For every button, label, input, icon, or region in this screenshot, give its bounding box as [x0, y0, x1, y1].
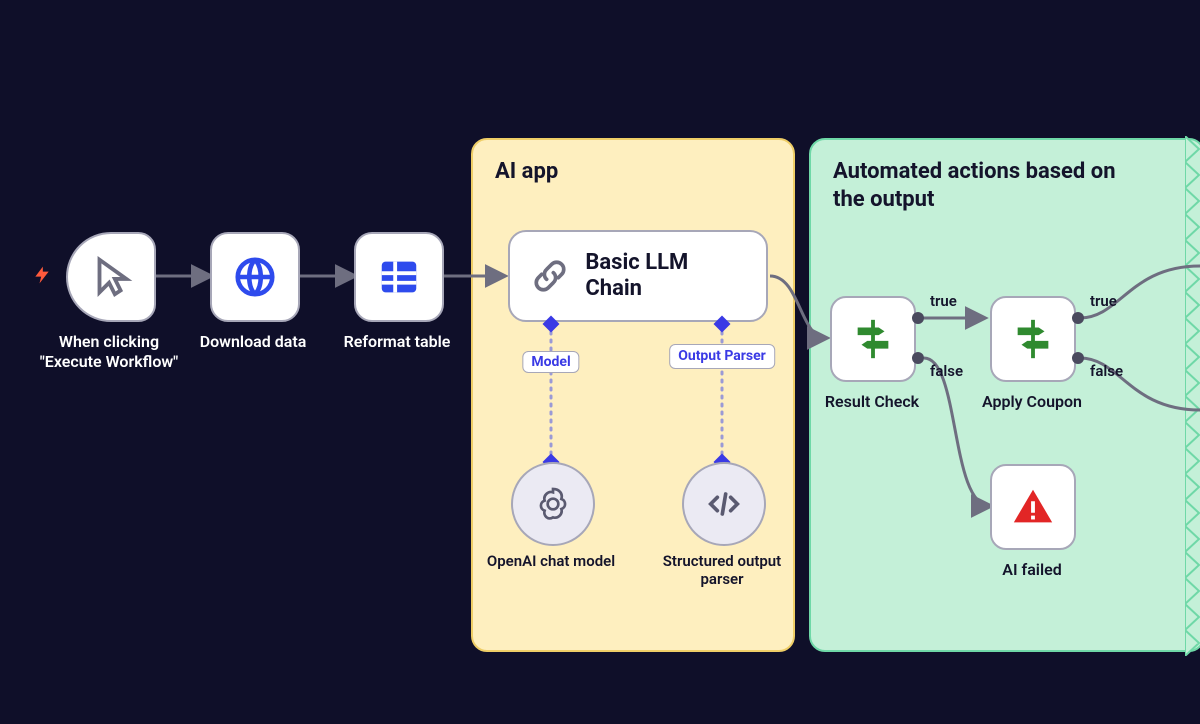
result-check-false-label: false	[930, 362, 963, 380]
node-openai-chat-model[interactable]	[511, 462, 595, 546]
apply-coupon-port-true	[1072, 312, 1084, 324]
node-structured-label: Structured output parser	[647, 552, 797, 588]
node-apply-coupon[interactable]	[990, 296, 1076, 382]
trigger-bolt-icon	[32, 262, 52, 292]
result-check-true-label: true	[930, 292, 957, 310]
node-result-check-label: Result Check	[825, 392, 919, 412]
panel-torn-edge	[1185, 136, 1200, 656]
node-result-check[interactable]	[830, 296, 916, 382]
apply-coupon-port-false	[1072, 352, 1084, 364]
signpost-icon	[850, 316, 896, 362]
tag-output-parser: Output Parser	[669, 344, 775, 369]
panel-ai-title: AI app	[473, 140, 793, 186]
node-trigger-label: When clicking "Execute Workflow"	[39, 332, 179, 372]
llm-title: Basic LLM Chain	[585, 250, 748, 302]
node-reformat-table[interactable]	[354, 232, 444, 322]
node-trigger[interactable]	[66, 232, 156, 322]
node-ai-failed[interactable]	[990, 464, 1076, 550]
apply-coupon-false-label: false	[1090, 362, 1123, 380]
node-apply-coupon-label: Apply Coupon	[982, 392, 1082, 412]
table-icon	[376, 254, 422, 300]
node-download-label: Download data	[183, 332, 323, 352]
result-check-port-true	[912, 312, 924, 324]
node-ai-failed-label: AI failed	[1002, 560, 1061, 580]
node-basic-llm-chain[interactable]: Basic LLM Chain	[508, 230, 768, 322]
chain-icon	[528, 254, 571, 298]
panel-auto-title: Automated actions based on the output	[811, 140, 1155, 214]
node-structured-output-parser[interactable]	[682, 462, 766, 546]
tag-model: Model	[522, 351, 579, 373]
globe-icon	[232, 254, 278, 300]
alert-triangle-icon	[1010, 484, 1056, 530]
node-openai-label: OpenAI chat model	[476, 552, 626, 570]
openai-icon	[533, 484, 573, 524]
node-download-data[interactable]	[210, 232, 300, 322]
cursor-icon	[88, 254, 134, 300]
code-icon	[704, 484, 744, 524]
signpost-icon	[1010, 316, 1056, 362]
node-reformat-label: Reformat table	[327, 332, 467, 352]
apply-coupon-true-label: true	[1090, 292, 1117, 310]
result-check-port-false	[912, 352, 924, 364]
tag-output-parser-text: Output Parser	[678, 348, 766, 364]
